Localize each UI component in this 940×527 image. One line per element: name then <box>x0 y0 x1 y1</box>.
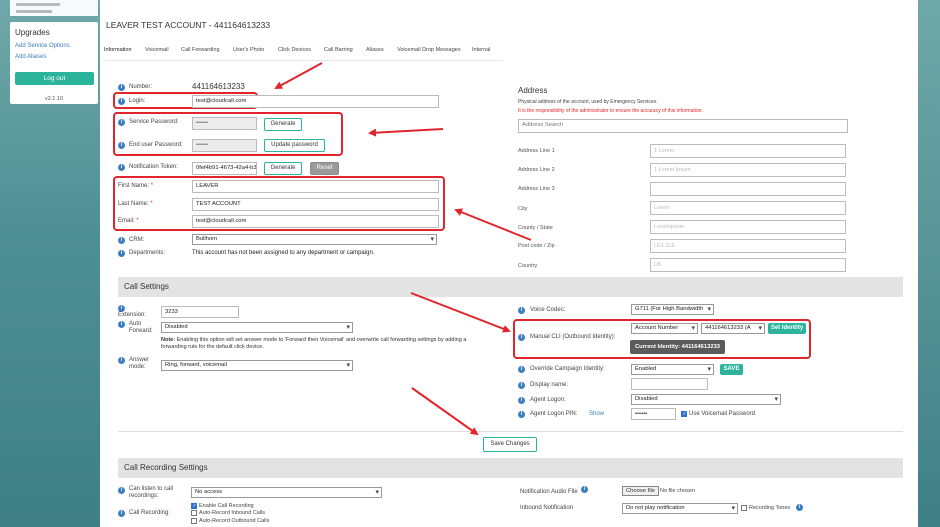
annotation-arrows <box>274 62 532 436</box>
arrow-to-cli <box>410 292 511 333</box>
arrow-to-names <box>454 208 532 241</box>
arrow-to-login <box>274 62 323 89</box>
arrow-to-passwords <box>368 128 444 137</box>
arrow-to-save-changes <box>411 387 479 436</box>
